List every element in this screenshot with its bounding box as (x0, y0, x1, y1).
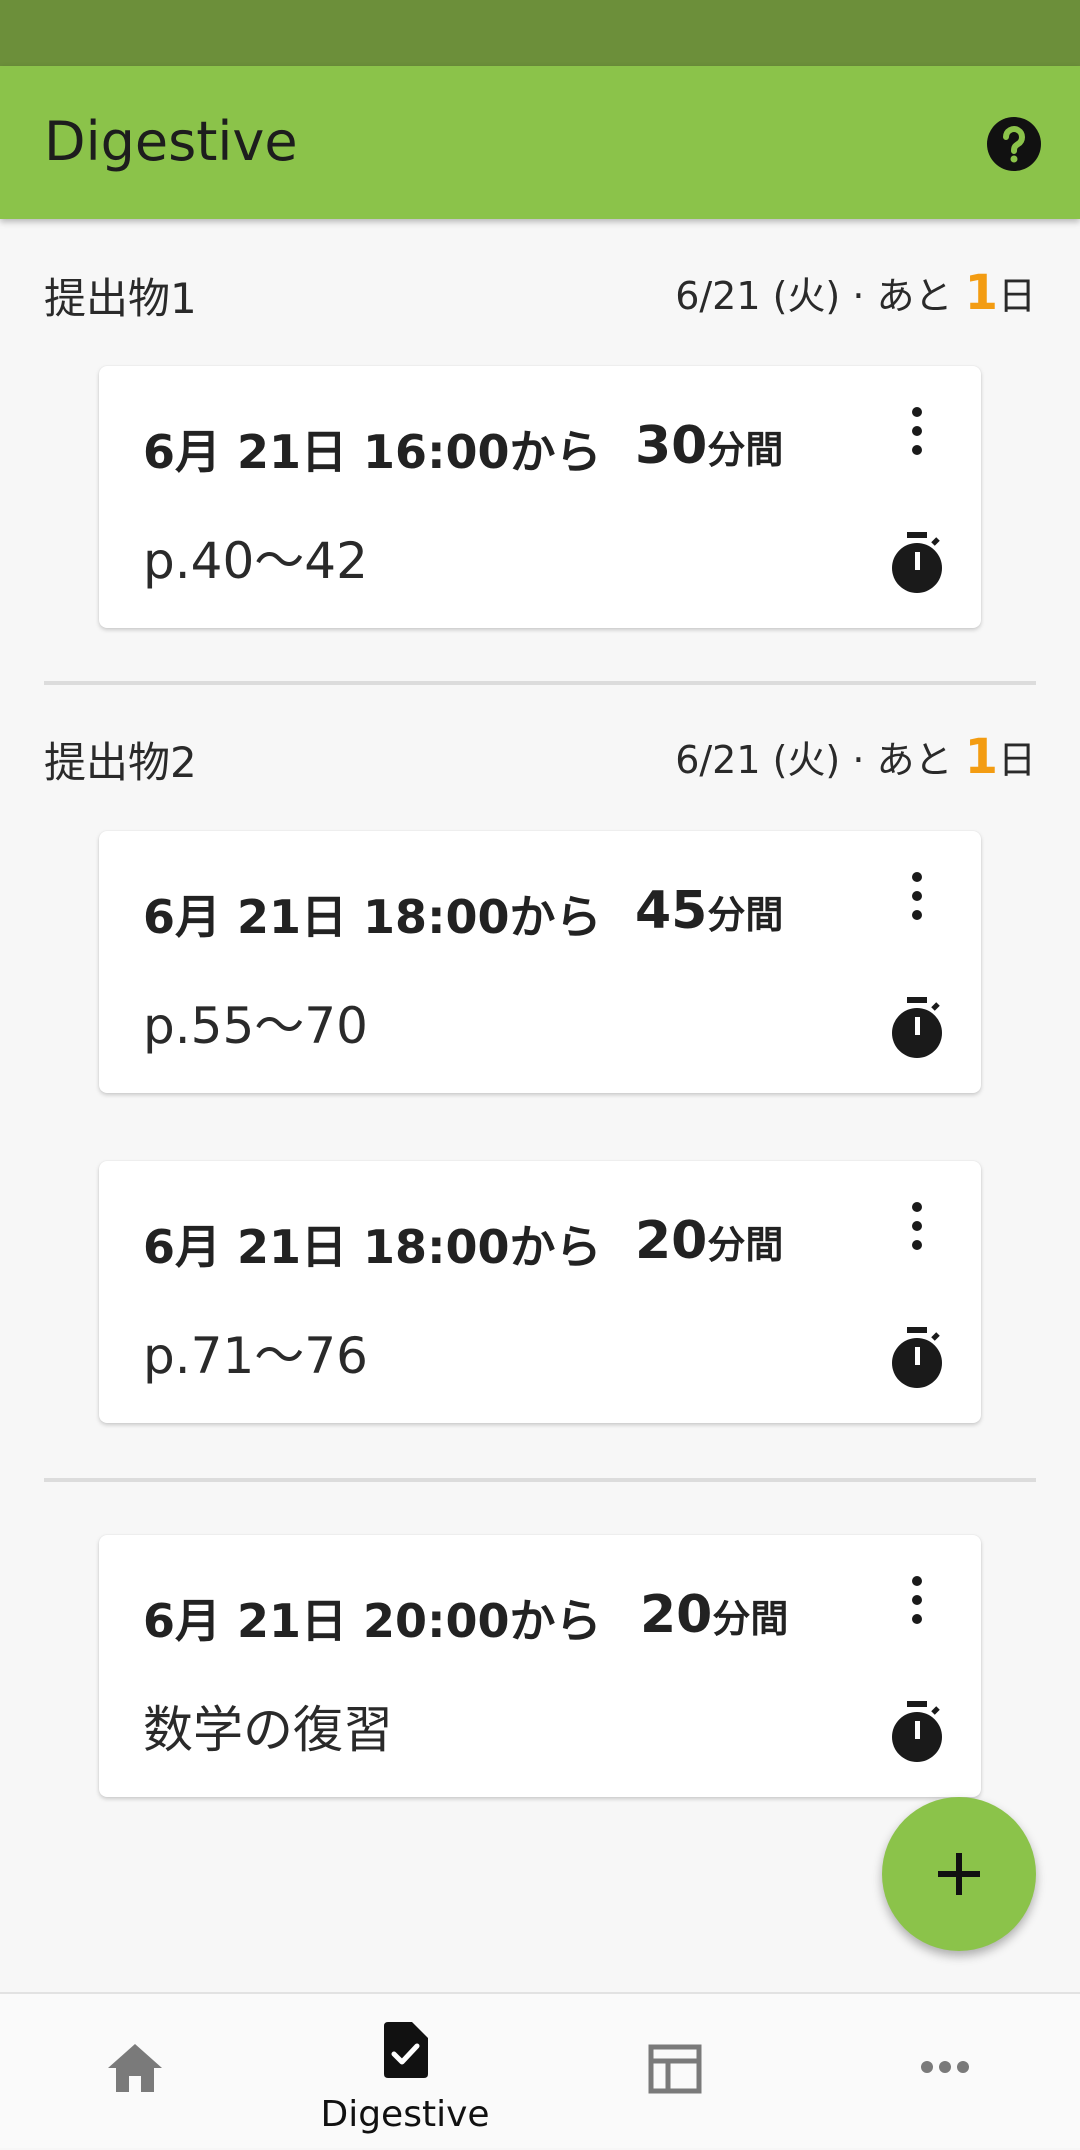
card-duration: 45分間 (635, 881, 783, 941)
days-left-count: 1 (964, 729, 998, 785)
task-card[interactable]: 6月 21日 18:00から 20分間 p.71〜76 (99, 1161, 981, 1423)
days-left-count: 1 (964, 265, 998, 321)
duration-number: 20 (635, 1211, 708, 1271)
nav-item-table[interactable] (540, 1994, 810, 2150)
duration-number: 20 (640, 1585, 713, 1645)
nav-item-more[interactable] (810, 1994, 1080, 2150)
card-duration: 30分間 (635, 416, 783, 476)
card-time: 6月 21日 18:00から (143, 890, 602, 944)
more-vert-icon (912, 1576, 922, 1624)
due-suffix: 日 (997, 738, 1036, 782)
table-icon (648, 2044, 702, 2094)
timer-button[interactable] (889, 1701, 945, 1763)
duration-number: 45 (635, 881, 708, 941)
section-title: 提出物1 (44, 274, 197, 323)
help-icon (987, 117, 1041, 171)
more-vert-button[interactable] (905, 871, 929, 921)
home-icon (108, 2044, 162, 2092)
more-vert-icon (912, 1202, 922, 1250)
timer-icon (892, 1327, 942, 1388)
section-divider (44, 1478, 1036, 1482)
nav-label: Digestive (320, 2094, 490, 2135)
timer-button[interactable] (889, 532, 945, 594)
timer-icon (892, 997, 942, 1058)
card-duration: 20分間 (635, 1211, 783, 1271)
bottom-nav: Digestive (0, 1992, 1080, 2148)
card-description: p.40〜42 (143, 532, 368, 590)
timer-icon (892, 532, 942, 593)
card-time: 6月 21日 16:00から (143, 425, 602, 479)
add-button[interactable] (882, 1797, 1036, 1951)
timer-button[interactable] (889, 997, 945, 1059)
page-title: Digestive (44, 110, 298, 173)
section-header: 提出物2 6/21 (火) · あと 1日 (44, 729, 1036, 789)
task-card[interactable]: 6月 21日 16:00から 30分間 p.40〜42 (99, 366, 981, 628)
duration-unit: 分間 (707, 1223, 784, 1267)
task-card[interactable]: 6月 21日 20:00から 20分間 数学の復習 (99, 1535, 981, 1797)
more-vert-button[interactable] (905, 1575, 929, 1625)
card-description: p.71〜76 (143, 1327, 368, 1385)
more-horiz-icon (921, 2061, 969, 2073)
due-suffix: 日 (997, 274, 1036, 318)
duration-unit: 分間 (707, 428, 784, 472)
more-vert-button[interactable] (905, 406, 929, 456)
more-vert-icon (912, 407, 922, 455)
section-header: 提出物1 6/21 (火) · あと 1日 (44, 265, 1036, 325)
status-bar (0, 0, 1080, 66)
duration-number: 30 (635, 416, 708, 476)
card-time: 6月 21日 18:00から (143, 1220, 602, 1274)
help-button[interactable] (986, 116, 1042, 172)
section-due-date: 6/21 (火) · あと 1日 (675, 265, 1036, 321)
timer-icon (892, 1701, 942, 1762)
due-date-text: 6/21 (火) · あと (675, 274, 965, 318)
timer-button[interactable] (889, 1327, 945, 1389)
more-vert-icon (912, 872, 922, 920)
card-duration: 20分間 (640, 1585, 788, 1645)
card-description: p.55〜70 (143, 997, 368, 1055)
section-divider (44, 681, 1036, 685)
card-description: 数学の復習 (143, 1701, 393, 1759)
assignment-check-icon (384, 2022, 428, 2078)
nav-item-home[interactable] (0, 1994, 270, 2150)
task-card[interactable]: 6月 21日 18:00から 45分間 p.55〜70 (99, 831, 981, 1093)
more-vert-button[interactable] (905, 1201, 929, 1251)
duration-unit: 分間 (712, 1597, 789, 1641)
card-time: 6月 21日 20:00から (143, 1594, 602, 1648)
due-date-text: 6/21 (火) · あと (675, 738, 965, 782)
section-title: 提出物2 (44, 738, 197, 787)
content-list[interactable]: 提出物1 6/21 (火) · あと 1日 6月 21日 16:00から 30分… (0, 219, 1080, 1992)
plus-icon (938, 1853, 980, 1895)
nav-item-digestive[interactable]: Digestive (270, 1994, 540, 2150)
app-bar: Digestive (0, 66, 1080, 219)
duration-unit: 分間 (707, 893, 784, 937)
section-due-date: 6/21 (火) · あと 1日 (675, 729, 1036, 785)
